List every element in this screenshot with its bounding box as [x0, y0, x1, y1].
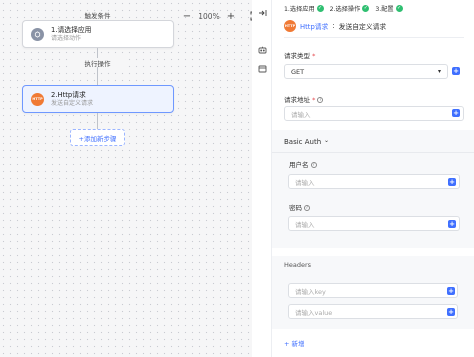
step-1[interactable]: 1.选择应用 ✓ — [284, 4, 324, 13]
divider — [272, 152, 474, 153]
app-name-link[interactable]: Http请求 — [300, 21, 328, 31]
add-step-button[interactable]: +添加新步骤 — [70, 129, 125, 146]
insert-variable-button[interactable]: + — [452, 109, 460, 117]
side-toolbar — [252, 0, 272, 357]
step-indicator: 1.选择应用 ✓ 2.选择操作 ✓ 3.配置 ✓ — [284, 4, 403, 13]
insert-variable-button[interactable]: + — [447, 308, 455, 316]
step-2[interactable]: 2.选择操作 ✓ — [330, 4, 370, 13]
username-placeholder: 请输入 — [295, 178, 315, 187]
method-value: GET — [291, 67, 305, 76]
check-icon: ✓ — [362, 5, 370, 12]
app-icon — [31, 27, 44, 41]
zoom-level: 100% — [198, 11, 220, 21]
password-input[interactable]: 请输入 — [288, 216, 460, 231]
username-label: 用户名? — [289, 161, 317, 169]
step-label: 3.配置 — [375, 6, 394, 13]
help-icon: ? — [304, 205, 310, 211]
username-input[interactable]: 请输入 — [288, 174, 460, 189]
add-header-button[interactable]: + 新增 — [284, 338, 305, 348]
http-request-node[interactable]: HTTP 2.Http请求 发送自定义请求 — [22, 85, 174, 113]
help-icon: ? — [317, 97, 324, 103]
check-icon: ✓ — [395, 5, 403, 12]
step-label: 1.选择应用 — [284, 6, 315, 13]
headers-label: Headers — [284, 261, 312, 269]
insert-variable-button[interactable]: + — [452, 67, 460, 75]
node-title: 2.Http请求 — [51, 90, 86, 99]
window-icon[interactable] — [257, 64, 267, 74]
robot-icon[interactable] — [257, 45, 267, 55]
header-key-placeholder: 请输入key — [295, 287, 326, 296]
node-subtitle: 发送自定义请求 — [51, 99, 94, 107]
url-input[interactable]: 请输入 — [284, 106, 464, 121]
node-title: 1.请选择应用 — [51, 25, 92, 34]
header-key-input[interactable]: 请输入key — [288, 283, 458, 298]
app-separator: : — [332, 22, 335, 30]
node-subtitle: 请选择动作 — [51, 34, 82, 42]
password-label: 密码? — [289, 204, 310, 212]
http-icon: HTTP — [284, 20, 296, 32]
trigger-node[interactable]: 1.请选择应用 请选择动作 — [22, 20, 174, 48]
chevron-down-icon: ▾ — [437, 68, 441, 75]
app-description: 发送自定义请求 — [338, 23, 387, 31]
method-select[interactable]: GET ▾ — [284, 64, 448, 79]
insert-variable-button[interactable]: + — [448, 220, 456, 228]
zoom-controls: − 100% + — [180, 9, 262, 23]
http-icon: HTTP — [31, 92, 44, 106]
password-placeholder: 请输入 — [295, 220, 315, 229]
workflow-canvas[interactable]: 触发条件 − 100% + 1.请选择应用 请选择动作 执行操作 HTTP 2.… — [0, 0, 260, 357]
insert-variable-button[interactable]: + — [448, 178, 456, 186]
trigger-label: 触发条件 — [84, 12, 111, 20]
check-icon: ✓ — [316, 5, 324, 12]
step-label: 2.选择操作 — [329, 6, 361, 13]
zoom-out-button[interactable]: − — [180, 9, 194, 23]
selected-app: HTTP Http请求: 发送自定义请求 — [284, 20, 386, 32]
chevron-down-icon[interactable]: ⌄ — [324, 137, 329, 144]
header-value-input[interactable]: 请输入value — [288, 304, 458, 319]
help-icon: ? — [310, 162, 317, 168]
zoom-in-button[interactable]: + — [224, 9, 238, 23]
insert-variable-button[interactable]: + — [447, 287, 455, 295]
step-3[interactable]: 3.配置 ✓ — [375, 4, 403, 13]
url-label: 请求地址 *? — [284, 96, 324, 104]
connector-line — [97, 113, 98, 129]
connector-line — [97, 67, 98, 85]
method-label: 请求类型 * — [284, 52, 316, 60]
divider — [284, 37, 464, 38]
basic-auth-label: Basic Auth — [284, 138, 322, 146]
url-placeholder: 请输入 — [291, 110, 311, 119]
collapse-right-icon[interactable] — [257, 8, 267, 18]
header-value-placeholder: 请输入value — [295, 308, 333, 317]
